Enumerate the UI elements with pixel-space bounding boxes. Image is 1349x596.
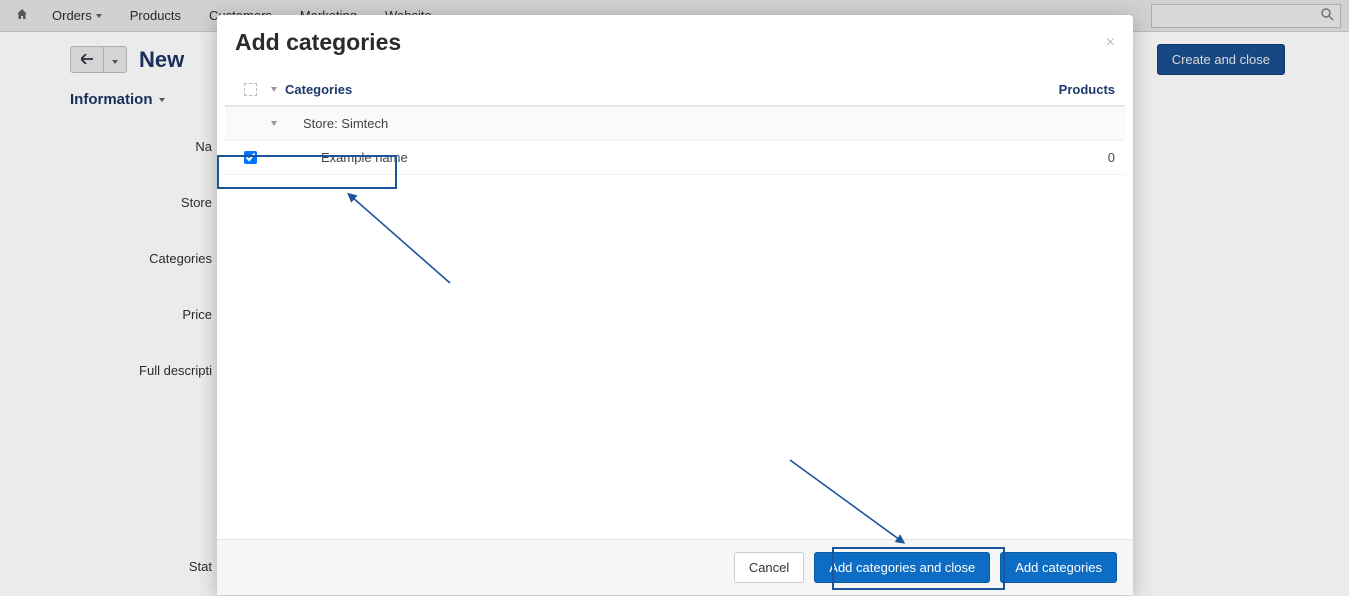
category-name: Example name (283, 150, 1025, 165)
modal-title: Add categories (235, 29, 401, 56)
modal-footer: Cancel Add categories and close Add cate… (217, 539, 1133, 595)
modal-body: Categories Products Store: Simtech Examp… (217, 74, 1133, 539)
cancel-button[interactable]: Cancel (734, 552, 804, 583)
close-icon[interactable]: × (1106, 35, 1115, 51)
select-all-checkbox[interactable] (235, 83, 265, 96)
checkbox-icon (244, 83, 257, 96)
store-row: Store: Simtech (225, 107, 1125, 141)
col-categories: Categories (283, 82, 1025, 97)
category-row[interactable]: Example name 0 (225, 141, 1125, 175)
store-expand-toggle[interactable] (265, 121, 283, 126)
chevron-down-icon (271, 121, 277, 126)
modal-header: Add categories × (217, 15, 1133, 74)
category-checkbox[interactable] (244, 151, 257, 164)
categories-table-header: Categories Products (225, 74, 1125, 107)
add-categories-modal: Add categories × Categories Products Sto… (217, 15, 1133, 595)
category-product-count: 0 (1025, 150, 1115, 165)
add-categories-and-close-button[interactable]: Add categories and close (814, 552, 990, 583)
chevron-down-icon (271, 87, 277, 92)
col-products: Products (1025, 82, 1115, 97)
expand-all-toggle[interactable] (265, 87, 283, 92)
add-categories-button[interactable]: Add categories (1000, 552, 1117, 583)
store-name: Store: Simtech (283, 116, 1025, 131)
